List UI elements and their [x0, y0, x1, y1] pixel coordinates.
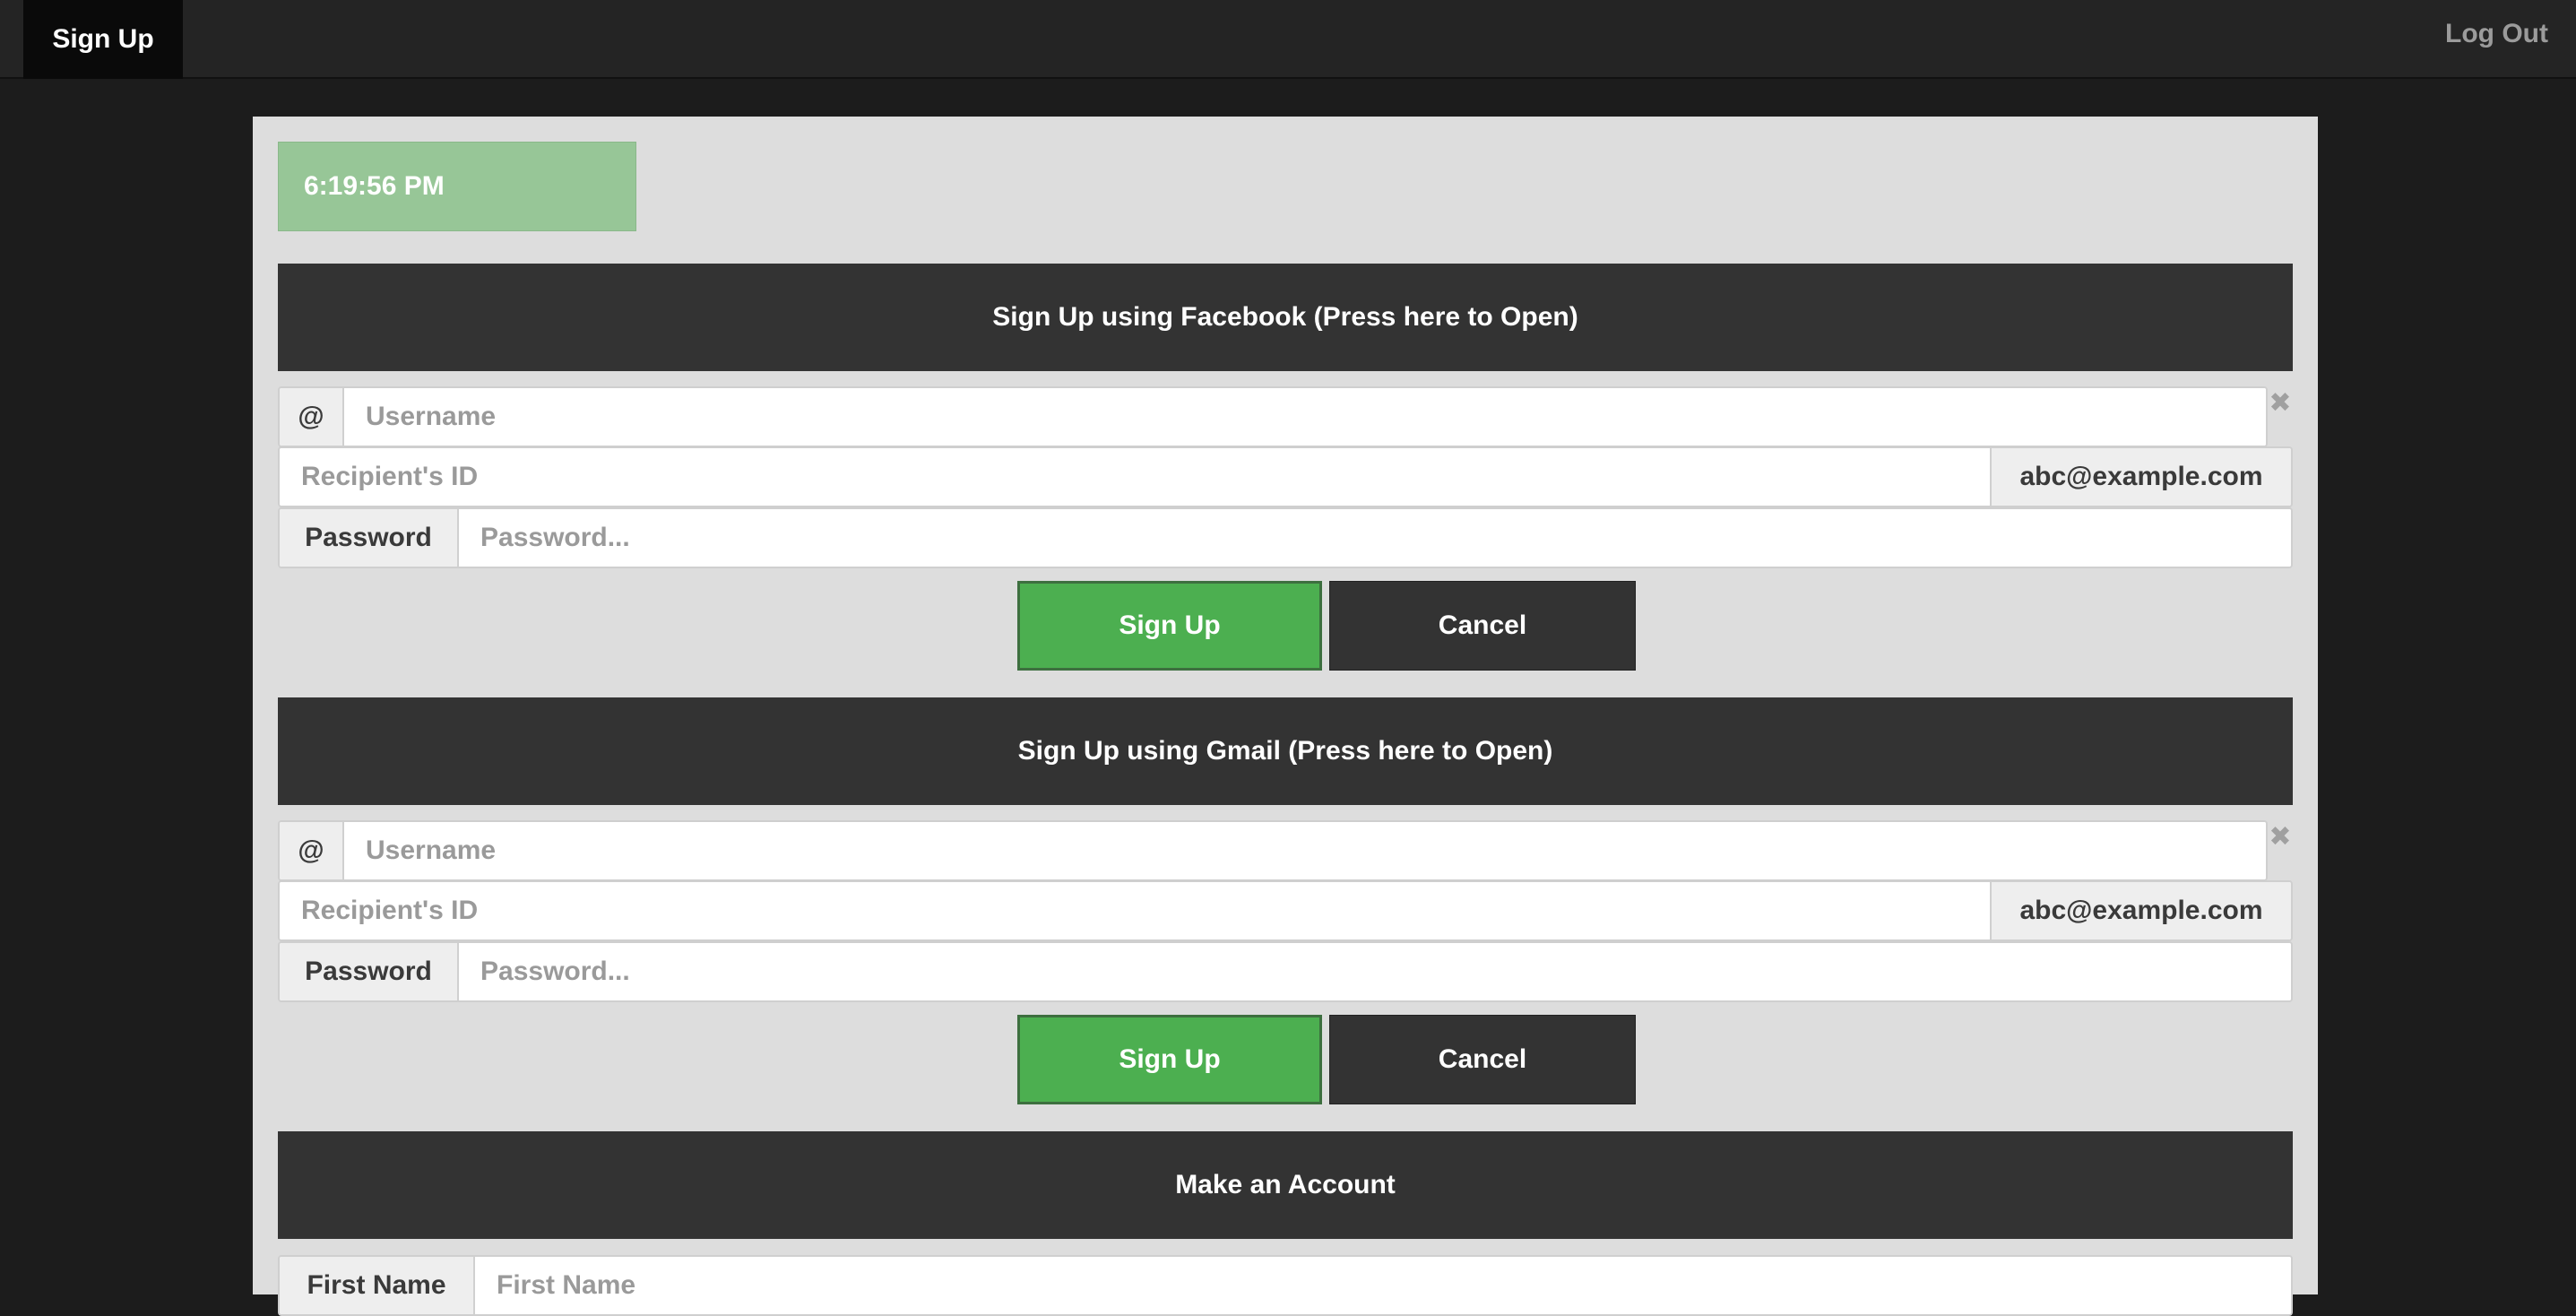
close-icon[interactable]: ✖	[2267, 387, 2294, 419]
first-name-group: First Name First Name	[278, 1255, 2293, 1316]
gmail-recipient-group: Recipient's ID abc@example.com	[278, 880, 2293, 941]
clock-display: 6:19:56 PM	[278, 142, 636, 231]
gmail-password-group: Password Password...	[278, 941, 2293, 1002]
at-symbol-addon: @	[280, 388, 344, 446]
password-label: Password	[280, 509, 459, 567]
gmail-cancel-button[interactable]: Cancel	[1329, 1015, 1636, 1104]
nav-tab-sign-up[interactable]: Sign Up	[23, 0, 183, 79]
close-icon[interactable]: ✖	[2267, 821, 2294, 853]
facebook-sign-up-button[interactable]: Sign Up	[1017, 581, 1322, 671]
email-suffix-addon: abc@example.com	[1990, 448, 2291, 506]
facebook-password-input[interactable]: Password...	[459, 509, 2291, 567]
facebook-username-input[interactable]: Username	[344, 388, 2266, 446]
gmail-password-input[interactable]: Password...	[459, 943, 2291, 1000]
logout-link[interactable]: Log Out	[2445, 0, 2548, 68]
at-symbol-addon: @	[280, 822, 344, 879]
password-label: Password	[280, 943, 459, 1000]
facebook-recipient-group: Recipient's ID abc@example.com	[278, 446, 2293, 507]
facebook-cancel-button[interactable]: Cancel	[1329, 581, 1636, 671]
gmail-section-header[interactable]: Sign Up using Gmail (Press here to Open)	[278, 697, 2293, 805]
main-panel: 6:19:56 PM Sign Up using Facebook (Press…	[253, 117, 2318, 1316]
gmail-sign-up-button[interactable]: Sign Up	[1017, 1015, 1322, 1104]
gmail-username-group: @ Username	[278, 820, 2268, 881]
top-navbar: Sign Up Log Out	[0, 0, 2576, 79]
facebook-recipient-input[interactable]: Recipient's ID	[280, 448, 1990, 506]
first-name-label: First Name	[280, 1257, 475, 1314]
email-suffix-addon: abc@example.com	[1990, 882, 2291, 939]
gmail-recipient-input[interactable]: Recipient's ID	[280, 882, 1990, 939]
make-account-section-header[interactable]: Make an Account	[278, 1131, 2293, 1239]
first-name-input[interactable]: First Name	[475, 1257, 2291, 1314]
facebook-section-header[interactable]: Sign Up using Facebook (Press here to Op…	[278, 264, 2293, 371]
facebook-username-group: @ Username	[278, 386, 2268, 447]
facebook-password-group: Password Password...	[278, 507, 2293, 568]
gmail-username-input[interactable]: Username	[344, 822, 2266, 879]
